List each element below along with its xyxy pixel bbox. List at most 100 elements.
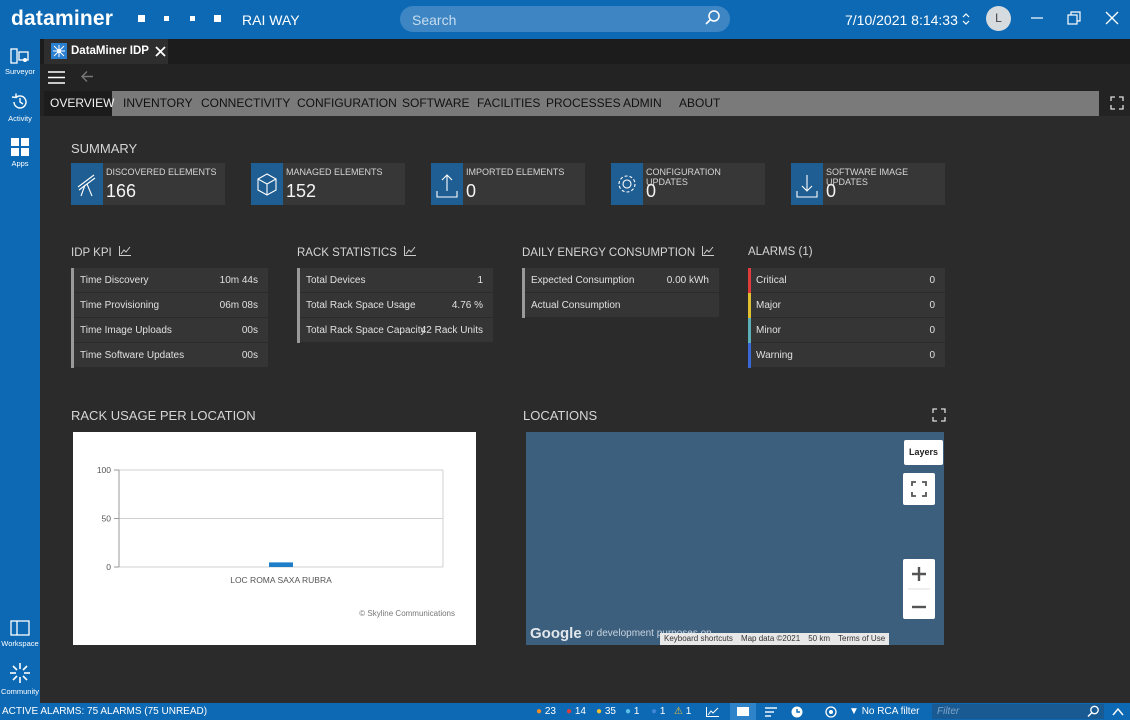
terms-link[interactable]: Terms of Use [838,634,885,644]
bar [269,562,293,567]
tab-admin[interactable]: ADMIN [623,91,662,116]
active-alarms-text[interactable]: ACTIVE ALARMS: 75 ALARMS (75 UNREAD) [2,706,207,717]
user-avatar[interactable]: L [986,6,1011,31]
severity-bar [748,268,751,293]
row-label: Major [756,300,782,311]
card-value: 0 [826,181,837,201]
tab-about[interactable]: ABOUT [679,91,720,116]
sidebar-item-workspace[interactable]: Workspace [0,619,40,648]
alarms-table: Critical 0 Major 0 Minor 0 Warning 0 [748,268,945,368]
table-row: Time Image Uploads 00s [74,318,268,343]
list-icon [737,707,749,716]
alarm-row-minor[interactable]: Minor 0 [748,318,945,343]
cube-icon [257,173,277,196]
app-logo-icon [51,43,67,59]
alarm-count-1[interactable]: ● 23 [536,706,556,717]
search-icon[interactable] [1087,705,1100,718]
severity-bar [748,318,751,343]
alarm-count-4[interactable]: ● 1 [625,706,639,717]
card-label: IMPORTED ELEMENTS [466,167,565,177]
restore-icon[interactable] [1066,10,1082,26]
summary-card-imported[interactable]: IMPORTED ELEMENTS 0 [431,163,585,205]
keyboard-shortcuts-link[interactable]: Keyboard shortcuts [664,634,733,644]
community-icon [10,663,30,683]
alarm-row-critical[interactable]: Critical 0 [748,268,945,293]
row-label: Total Rack Space Usage [306,300,416,311]
filter-input[interactable]: Filter [932,704,1104,719]
layout-square-icon[interactable] [190,16,195,21]
minimize-icon[interactable] [1029,10,1045,26]
row-label: Minor [756,325,782,336]
locations-map[interactable]: Layers Google or development purposes on… [526,432,944,645]
layout-square-icon[interactable] [164,16,169,21]
card-value: 0 [466,181,477,201]
trend-icon[interactable] [706,707,719,717]
warning-count[interactable]: ⚠ 1 [674,706,691,717]
fullscreen-icon[interactable] [1110,96,1124,110]
row-value: 0 [929,275,935,286]
summary-card-configuration[interactable]: CONFIGURATION UPDATES 0 [611,163,765,205]
rack-stats-title: RACK STATISTICS [297,246,417,259]
alarm-count-5[interactable]: ● 1 [651,706,665,717]
layers-button[interactable]: Layers [904,440,943,465]
search-icon[interactable] [704,9,722,27]
close-icon[interactable] [1104,10,1120,26]
funnel-icon: ▼ [849,706,859,717]
hamburger-menu-icon[interactable] [48,71,65,84]
sidebar-item-surveyor[interactable]: Surveyor [0,47,40,76]
expand-icon[interactable] [932,408,946,422]
focus-icon[interactable] [825,706,837,718]
sidebar-item-community[interactable]: Community [0,661,40,696]
card-value: 166 [106,181,137,201]
summary-card-discovered[interactable]: DISCOVERED ELEMENTS 166 [71,163,225,205]
tab-configuration[interactable]: CONFIGURATION [297,91,397,116]
tab-overview[interactable]: OVERVIEW [44,91,114,116]
dataminer-logo: dataminer [11,7,114,30]
sidebar-item-activity[interactable]: Activity [0,92,40,123]
alarm-count-3[interactable]: ● 35 [596,706,616,717]
row-value: 10m 44s [219,275,258,286]
tab-facilities[interactable]: FACILITIES [477,91,540,116]
summary-card-managed[interactable]: MANAGED ELEMENTS 152 [251,163,405,205]
search-input[interactable]: Search [400,6,730,32]
summary-card-software-image[interactable]: SOFTWARE IMAGE UPDATES 0 [791,163,945,205]
row-value: 06m 08s [219,300,258,311]
back-arrow-icon[interactable] [80,70,94,83]
alarm-count-2[interactable]: ● 14 [566,706,586,717]
list-view-button[interactable] [730,703,756,720]
table-row: Time Provisioning 06m 08s [74,293,268,318]
alarm-row-major[interactable]: Major 0 [748,293,945,318]
app-tab[interactable]: DataMiner IDP [44,39,168,64]
row-value: 1 [477,275,483,286]
tab-connectivity[interactable]: CONNECTIVITY [201,91,290,116]
tab-processes[interactable]: PROCESSES [546,91,621,116]
sidebar-item-apps[interactable]: Apps [0,137,40,168]
chevron-up-icon[interactable] [1112,707,1124,716]
trend-icon[interactable] [404,246,417,256]
close-tab-icon[interactable] [155,46,166,57]
card-value: 152 [286,181,317,201]
sort-icon[interactable] [765,707,777,717]
layout-square-icon[interactable] [138,15,145,22]
alarm-row-warning[interactable]: Warning 0 [748,343,945,368]
map-scale: 50 km [808,634,831,643]
history-icon[interactable] [791,706,803,718]
layout-square-icon[interactable] [214,15,221,22]
rca-filter[interactable]: ▼ No RCA filter [849,706,919,717]
trend-icon[interactable] [702,246,715,256]
locations-title: LOCATIONS [523,408,598,423]
count-value: 14 [574,706,586,717]
trend-icon[interactable] [118,246,131,256]
row-label: Time Discovery [80,275,149,286]
tab-software[interactable]: SOFTWARE [402,91,470,116]
chevron-updown-icon[interactable] [962,13,970,25]
y-tick-label: 50 [102,514,112,524]
row-label: Total Devices [306,275,366,286]
status-bar: ACTIVE ALARMS: 75 ALARMS (75 UNREAD) ● 2… [0,703,1130,720]
gear-icon [618,175,636,193]
table-row: Total Rack Space Capacity 42 Rack Units [300,318,493,343]
map-fullscreen-button[interactable] [903,473,935,505]
tab-inventory[interactable]: INVENTORY [123,91,193,116]
row-label: Time Software Updates [80,350,185,361]
card-label: CONFIGURATION UPDATES [646,167,721,187]
